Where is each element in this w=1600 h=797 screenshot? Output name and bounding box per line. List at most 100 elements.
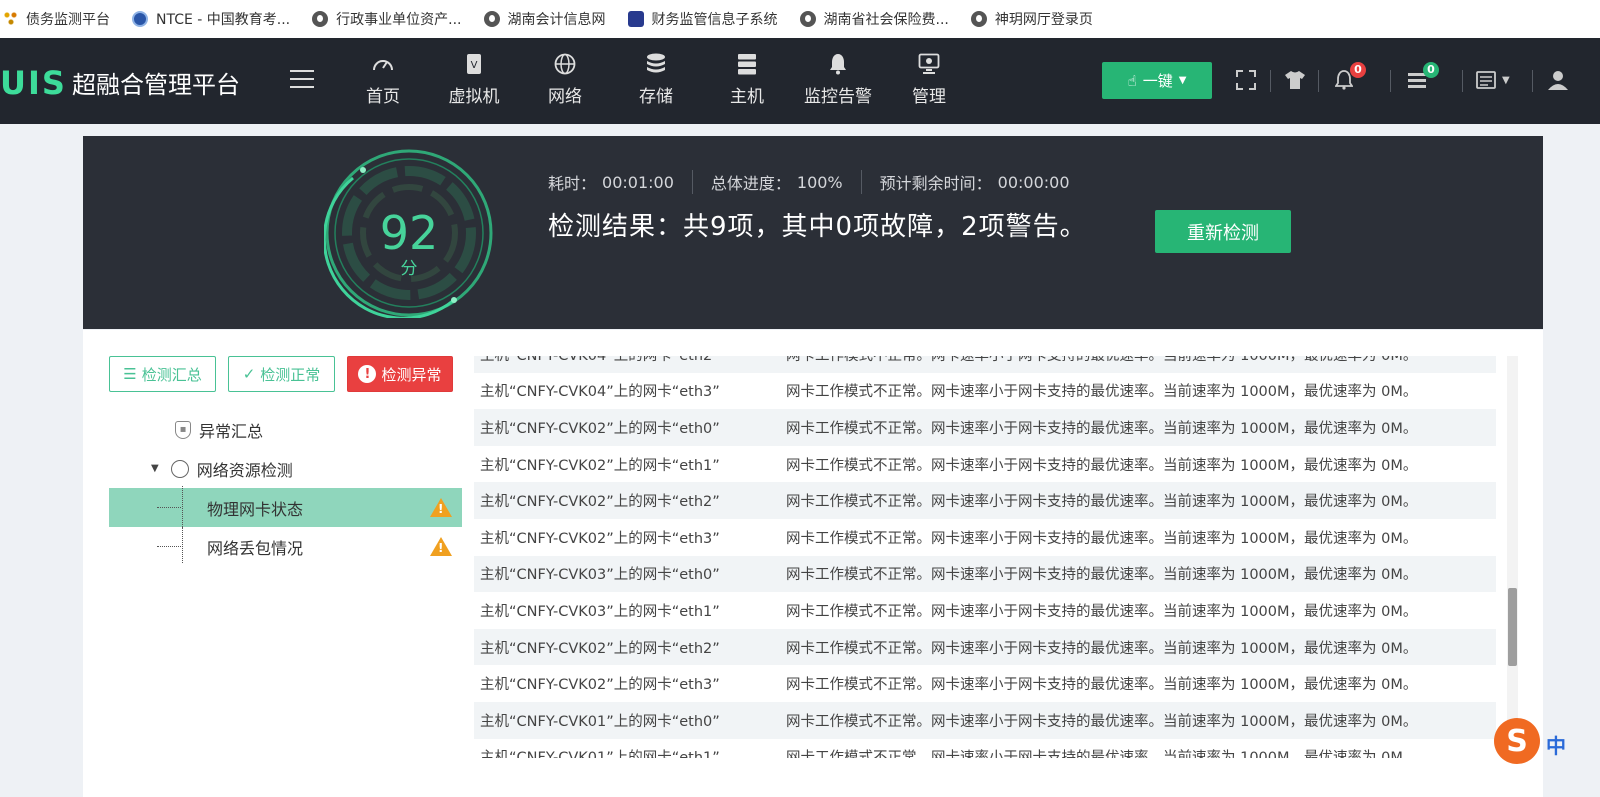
brand-logo: UIS bbox=[0, 64, 67, 102]
elapsed-label: 耗时： bbox=[548, 174, 597, 193]
layout-icon bbox=[1476, 71, 1496, 89]
result-list: 主机“CNFY-CVK04”上的网卡“eth2”网卡工作模式不正常。网卡速率小于… bbox=[474, 356, 1496, 758]
list-item: 主机“CNFY-CVK01”上的网卡“eth0” 网卡工作模式不正常。网卡速率小于… bbox=[474, 701, 1496, 739]
bookmark-4[interactable]: 财务监管信息子系统 bbox=[627, 9, 778, 29]
host-nic: 主机“CNFY-CVK02”上的网卡“eth2” bbox=[480, 494, 720, 511]
task-badge: 0 bbox=[1423, 62, 1439, 78]
list-item: 主机“CNFY-CVK02”上的网卡“eth3” 网卡工作模式不正常。网卡速率小于… bbox=[474, 519, 1496, 556]
ime-logo-icon[interactable]: S bbox=[1494, 718, 1540, 764]
tree-network-check[interactable]: ▼ 网络资源检测 bbox=[109, 449, 462, 488]
filter-normal-label: 检测正常 bbox=[260, 365, 321, 384]
status-message: 网卡工作模式不正常。网卡速率小于网卡支持的最优速率。当前速率为 1000M，最优… bbox=[786, 567, 1418, 584]
gear-icon bbox=[627, 11, 644, 27]
nav-label: 管理 bbox=[912, 87, 946, 107]
globe-icon bbox=[170, 459, 189, 478]
progress-label: 总体进度： bbox=[710, 174, 791, 193]
host-nic: 主机“CNFY-CVK02”上的网卡“eth3” bbox=[480, 677, 720, 694]
status-message: 网卡工作模式不正常。网卡速率小于网卡支持的最优速率。当前速率为 1000M，最优… bbox=[786, 713, 1418, 730]
list-item: 主机“CNFY-CVK02”上的网卡“eth2” 网卡工作模式不正常。网卡速率小于… bbox=[474, 628, 1496, 666]
ime-language-indicator[interactable]: 中 bbox=[1546, 730, 1566, 759]
host-nic: 主机“CNFY-CVK02”上的网卡“eth1” bbox=[480, 457, 720, 474]
list-scrollbar[interactable] bbox=[1507, 356, 1518, 758]
host-nic: 主机“CNFY-CVK04”上的网卡“eth2” bbox=[474, 356, 786, 365]
host-nic: 主机“CNFY-CVK02”上的网卡“eth0” bbox=[480, 420, 720, 437]
remaining-value: 00:00:00 bbox=[997, 172, 1070, 192]
list-item: 主机“CNFY-CVK03”上的网卡“eth0” 网卡工作模式不正常。网卡速率小于… bbox=[474, 555, 1496, 593]
caret-down-icon: ▼ bbox=[151, 463, 159, 474]
recheck-button[interactable]: 重新检测 bbox=[1155, 210, 1291, 253]
dots-icon bbox=[4, 11, 18, 27]
filter-normal-button[interactable]: ✓ 检测正常 bbox=[228, 356, 335, 392]
nav-label: 存储 bbox=[639, 87, 673, 107]
skin-icon[interactable] bbox=[1283, 68, 1307, 92]
check-circle-icon: ✓ bbox=[242, 365, 256, 383]
nav-network[interactable]: 网络 bbox=[525, 52, 605, 107]
task-list-icon[interactable]: 0 bbox=[1405, 62, 1439, 92]
bookmark-label: 行政事业单位资产... bbox=[336, 12, 462, 28]
warning-icon bbox=[430, 498, 452, 517]
status-message: 网卡工作模式不正常。网卡速率小于网卡支持的最优速率。当前速率为 1000M，最优… bbox=[786, 494, 1418, 511]
caret-down-icon: ▼ bbox=[1178, 75, 1187, 86]
list-item: 主机“CNFY-CVK04”上的网卡“eth3” 网卡工作模式不正常。网卡速率小于… bbox=[474, 373, 1496, 410]
filter-abnormal-button[interactable]: ! 检测异常 bbox=[347, 356, 453, 392]
globe-icon bbox=[970, 11, 987, 27]
globe-icon bbox=[553, 52, 577, 76]
filter-summary-label: 检测汇总 bbox=[141, 365, 202, 384]
host-nic: 主机“CNFY-CVK02”上的网卡“eth2” bbox=[480, 640, 720, 657]
tree-label: 物理网卡状态 bbox=[207, 499, 304, 519]
status-message: 网卡工作模式不正常。网卡速率小于网卡支持的最优速率。当前速率为 1000M，最优… bbox=[786, 420, 1418, 437]
filter-summary-button[interactable]: ☰ 检测汇总 bbox=[109, 356, 216, 392]
bookmark-label: 神玥网厅登录页 bbox=[994, 12, 1093, 28]
nav-alarm[interactable]: 监控告警 bbox=[798, 52, 878, 107]
bookmark-0[interactable]: 债务监测平台 bbox=[4, 9, 110, 29]
globe-icon bbox=[483, 11, 500, 27]
globe-icon bbox=[312, 11, 329, 27]
hand-pointer-icon: ☝ bbox=[1127, 71, 1137, 90]
check-summary-panel: 92 分 耗时： 00:01:00 总体进度： 100% 预计剩余时间： 00:… bbox=[83, 136, 1543, 329]
tree-label: 网络资源检测 bbox=[196, 460, 293, 480]
nav-label: 主机 bbox=[730, 87, 764, 107]
one-key-label: 一键 bbox=[1142, 72, 1173, 90]
bookmark-6[interactable]: 神玥网厅登录页 bbox=[970, 9, 1093, 29]
list-item: 主机“CNFY-CVK03”上的网卡“eth1” 网卡工作模式不正常。网卡速率小于… bbox=[474, 592, 1496, 629]
host-nic: 主机“CNFY-CVK01”上的网卡“eth0” bbox=[480, 713, 720, 730]
nav-home[interactable]: 首页 bbox=[343, 52, 423, 107]
list-item: 主机“CNFY-CVK02”上的网卡“eth0” 网卡工作模式不正常。网卡速率小于… bbox=[474, 409, 1496, 446]
check-stats: 耗时： 00:01:00 总体进度： 100% 预计剩余时间： 00:00:00 bbox=[548, 170, 1070, 194]
status-message: 网卡工作模式不正常。网卡速率小于网卡支持的最优速率。当前速率为 1000M，最优… bbox=[786, 530, 1418, 547]
menu-toggle-icon[interactable] bbox=[290, 70, 314, 88]
scrollbar-thumb[interactable] bbox=[1508, 588, 1517, 666]
nav-admin[interactable]: 管理 bbox=[889, 52, 969, 107]
bookmark-3[interactable]: 湖南会计信息网 bbox=[483, 9, 606, 29]
user-icon[interactable] bbox=[1546, 68, 1570, 92]
status-message: 网卡工作模式不正常。网卡速率小于网卡支持的最优速率。当前速率为 1000M，最优… bbox=[786, 457, 1418, 474]
host-nic: 主机“CNFY-CVK03”上的网卡“eth0” bbox=[480, 567, 720, 584]
tree-anomaly-summary[interactable]: ▪ 异常汇总 bbox=[109, 410, 462, 449]
bookmark-2[interactable]: 行政事业单位资产... bbox=[312, 9, 462, 29]
bookmark-label: 财务监管信息子系统 bbox=[651, 12, 778, 28]
bookmark-1[interactable]: NTCE - 中国教育考... bbox=[132, 9, 290, 29]
exclamation-circle-icon: ! bbox=[358, 365, 377, 383]
bookmark-5[interactable]: 湖南省社会保险费... bbox=[799, 9, 949, 29]
list-item: 主机“CNFY-CVK02”上的网卡“eth1” 网卡工作模式不正常。网卡速率小于… bbox=[474, 446, 1496, 483]
nav-vm[interactable]: V 虚拟机 bbox=[434, 52, 514, 107]
elapsed-value: 00:01:00 bbox=[602, 172, 674, 192]
layout-dropdown[interactable]: ▼ bbox=[1476, 68, 1520, 92]
shield-icon: ▪ bbox=[175, 420, 191, 439]
server-icon bbox=[735, 52, 759, 76]
status-message: 网卡工作模式不正常。网卡速率小于网卡支持的最优速率。当前速率为 1000M，最优… bbox=[786, 640, 1418, 657]
database-icon bbox=[644, 52, 668, 76]
nav-storage[interactable]: 存储 bbox=[616, 52, 696, 107]
tree-nic-status[interactable]: 物理网卡状态 bbox=[109, 486, 462, 529]
nav-host[interactable]: 主机 bbox=[707, 52, 787, 107]
svg-text:V: V bbox=[471, 60, 478, 71]
status-message: 网卡工作模式不正常。网卡速率小于网卡支持的最优速率。当前速率为 1000M，最优… bbox=[786, 356, 1496, 365]
status-message: 网卡工作模式不正常。网卡速率小于网卡支持的最优速率。当前速率为 1000M，最优… bbox=[786, 603, 1418, 620]
one-key-button[interactable]: ☝ 一键 ▼ bbox=[1102, 62, 1212, 99]
fullscreen-icon[interactable] bbox=[1234, 68, 1258, 92]
nav-label: 首页 bbox=[366, 87, 400, 107]
warning-icon bbox=[430, 537, 452, 556]
tree-packet-loss[interactable]: 网络丢包情况 bbox=[109, 527, 462, 566]
dashboard-icon bbox=[371, 52, 395, 76]
notification-bell-icon[interactable]: 0 bbox=[1332, 62, 1366, 92]
